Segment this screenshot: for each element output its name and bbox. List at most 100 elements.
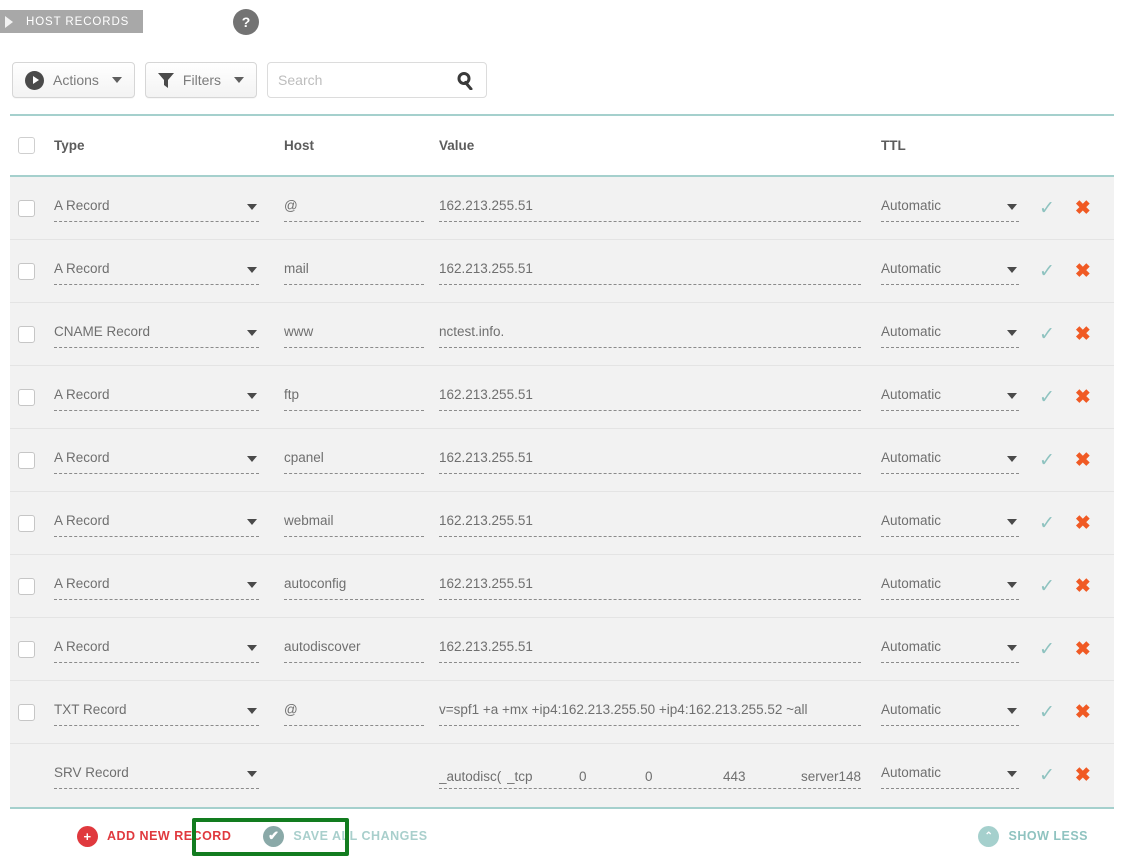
row-checkbox[interactable] bbox=[18, 514, 35, 532]
record-ttl-select[interactable]: Automatic bbox=[881, 321, 1019, 348]
confirm-row-icon[interactable]: ✓ bbox=[1039, 577, 1055, 596]
srv-port-input[interactable]: 443 bbox=[723, 766, 801, 788]
confirm-row-icon[interactable]: ✓ bbox=[1039, 514, 1055, 533]
confirm-row-icon[interactable]: ✓ bbox=[1039, 199, 1055, 218]
record-ttl-select[interactable]: Automatic bbox=[881, 447, 1019, 474]
search-box[interactable] bbox=[267, 62, 488, 98]
select-all-cell bbox=[10, 137, 54, 154]
record-host-cell: ftp bbox=[284, 384, 439, 411]
srv-weight-input[interactable]: 0 bbox=[645, 766, 723, 788]
record-type-select[interactable]: A Record bbox=[54, 636, 259, 663]
record-ttl-select[interactable]: Automatic bbox=[881, 699, 1019, 726]
record-host-cell: @ bbox=[284, 195, 439, 222]
delete-row-icon[interactable]: ✖ bbox=[1075, 577, 1091, 596]
confirm-row-icon[interactable]: ✓ bbox=[1039, 640, 1055, 659]
record-ttl-select[interactable]: Automatic bbox=[881, 573, 1019, 600]
row-checkbox[interactable] bbox=[18, 703, 35, 721]
srv-service-input[interactable]: _autodisc( bbox=[439, 766, 507, 788]
record-value-input[interactable]: 162.213.255.51 bbox=[439, 384, 861, 411]
search-input[interactable] bbox=[268, 63, 449, 97]
record-host-input[interactable]: @ bbox=[284, 699, 424, 726]
delete-row-icon[interactable]: ✖ bbox=[1075, 451, 1091, 470]
record-value-input[interactable]: nctest.info. bbox=[439, 321, 861, 348]
delete-row-icon[interactable]: ✖ bbox=[1075, 766, 1091, 785]
confirm-row-icon[interactable]: ✓ bbox=[1039, 451, 1055, 470]
record-type-select[interactable]: CNAME Record bbox=[54, 321, 259, 348]
record-value-input[interactable]: v=spf1 +a +mx +ip4:162.213.255.50 +ip4:1… bbox=[439, 699, 861, 726]
row-checkbox[interactable] bbox=[18, 640, 35, 658]
table-row: TXT Record @ v=spf1 +a +mx +ip4:162.213.25… bbox=[10, 681, 1114, 744]
table-row: A Record @162.213.255.51 Automatic ✓ ✖ bbox=[10, 177, 1114, 240]
select-all-checkbox[interactable] bbox=[18, 137, 35, 154]
record-host-input[interactable]: ftp bbox=[284, 384, 424, 411]
record-value-input[interactable]: 162.213.255.51 bbox=[439, 510, 861, 537]
record-ttl-select[interactable]: Automatic bbox=[881, 195, 1019, 222]
record-type-select[interactable]: A Record bbox=[54, 384, 259, 411]
record-value-input[interactable]: 162.213.255.51 bbox=[439, 258, 861, 285]
srv-target-input[interactable]: server148. bbox=[801, 766, 861, 788]
record-ttl-select[interactable]: Automatic bbox=[881, 762, 1019, 789]
delete-row-icon[interactable]: ✖ bbox=[1075, 514, 1091, 533]
row-select-cell bbox=[10, 325, 54, 343]
row-checkbox[interactable] bbox=[18, 199, 35, 217]
record-type-select[interactable]: A Record bbox=[54, 573, 259, 600]
row-checkbox[interactable] bbox=[18, 325, 35, 343]
column-header-type: Type bbox=[54, 138, 85, 153]
record-value-input[interactable]: 162.213.255.51 bbox=[439, 636, 861, 663]
record-host-input[interactable]: mail bbox=[284, 258, 424, 285]
record-type-select[interactable]: TXT Record bbox=[54, 699, 259, 726]
record-ttl-select[interactable]: Automatic bbox=[881, 636, 1019, 663]
delete-row-icon[interactable]: ✖ bbox=[1075, 703, 1091, 722]
delete-row-icon[interactable]: ✖ bbox=[1075, 388, 1091, 407]
record-value-cell: v=spf1 +a +mx +ip4:162.213.255.50 +ip4:1… bbox=[439, 699, 881, 726]
row-checkbox[interactable] bbox=[18, 451, 35, 469]
record-ttl-select[interactable]: Automatic bbox=[881, 384, 1019, 411]
confirm-row-icon[interactable]: ✓ bbox=[1039, 703, 1055, 722]
srv-priority-input[interactable]: 0 bbox=[579, 766, 645, 788]
record-host-input[interactable]: www bbox=[284, 321, 424, 348]
delete-row-icon[interactable]: ✖ bbox=[1075, 262, 1091, 281]
record-value-input[interactable]: 162.213.255.51 bbox=[439, 447, 861, 474]
row-actions-cell: ✓ ✖ bbox=[1031, 199, 1111, 218]
table-row: A Record autodiscover 162.213.255.51 Automa… bbox=[10, 618, 1114, 681]
row-checkbox[interactable] bbox=[18, 262, 35, 280]
add-new-record-button[interactable]: + ADD NEW RECORD bbox=[65, 820, 243, 853]
filters-button[interactable]: Filters bbox=[144, 62, 258, 98]
breadcrumb[interactable]: HOST RECORDS bbox=[0, 10, 144, 33]
delete-row-icon[interactable]: ✖ bbox=[1075, 199, 1091, 218]
record-type-select[interactable]: A Record bbox=[54, 195, 259, 222]
confirm-row-icon[interactable]: ✓ bbox=[1039, 766, 1055, 785]
record-type-select[interactable]: A Record bbox=[54, 258, 259, 285]
record-host-input[interactable]: cpanel bbox=[284, 447, 424, 474]
record-value-input[interactable]: 162.213.255.51 bbox=[439, 573, 861, 600]
chevron-down-icon bbox=[247, 392, 257, 399]
record-type-select[interactable]: A Record bbox=[54, 447, 259, 474]
chevron-down-icon bbox=[1007, 771, 1017, 777]
chevron-down-icon bbox=[1007, 392, 1017, 399]
srv-protocol-input[interactable]: _tcp bbox=[507, 766, 579, 788]
record-host-input[interactable]: autoconfig bbox=[284, 573, 424, 600]
record-ttl-cell: Automatic bbox=[881, 447, 1031, 474]
record-ttl-select[interactable]: Automatic bbox=[881, 510, 1019, 537]
save-all-changes-button[interactable]: ✔ SAVE ALL CHANGES bbox=[251, 820, 439, 853]
search-icon[interactable] bbox=[457, 72, 474, 90]
record-type-select[interactable]: SRV Record bbox=[54, 762, 259, 789]
show-less-button[interactable]: ⌃ SHOW LESS bbox=[966, 820, 1100, 853]
help-icon[interactable]: ? bbox=[233, 9, 259, 35]
record-host-input[interactable]: @ bbox=[284, 195, 424, 222]
confirm-row-icon[interactable]: ✓ bbox=[1039, 388, 1055, 407]
confirm-row-icon[interactable]: ✓ bbox=[1039, 262, 1055, 281]
delete-row-icon[interactable]: ✖ bbox=[1075, 640, 1091, 659]
record-ttl-select[interactable]: Automatic bbox=[881, 258, 1019, 285]
record-host-input[interactable]: autodiscover bbox=[284, 636, 424, 663]
row-checkbox[interactable] bbox=[18, 388, 35, 406]
record-value-input[interactable]: 162.213.255.51 bbox=[439, 195, 861, 222]
confirm-row-icon[interactable]: ✓ bbox=[1039, 325, 1055, 344]
table-row: A Record autoconfig 162.213.255.51 Automati… bbox=[10, 555, 1114, 618]
record-value-cell: _autodisc(_tcp 0 0 443 server148. bbox=[439, 762, 881, 789]
record-host-input[interactable]: webmail bbox=[284, 510, 424, 537]
row-checkbox[interactable] bbox=[18, 577, 35, 595]
actions-button[interactable]: Actions bbox=[12, 62, 135, 98]
delete-row-icon[interactable]: ✖ bbox=[1075, 325, 1091, 344]
record-type-select[interactable]: A Record bbox=[54, 510, 259, 537]
